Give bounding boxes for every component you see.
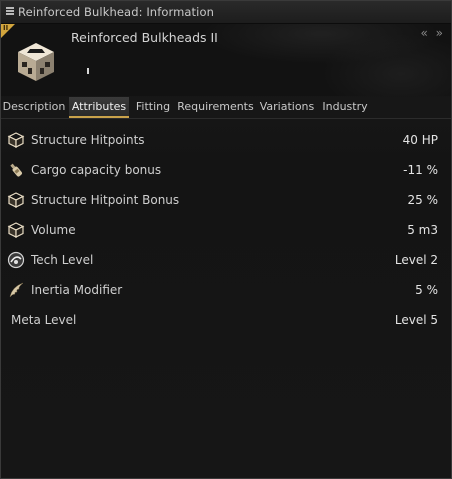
module-crate-icon[interactable] bbox=[14, 40, 58, 84]
tech-badge-label: II bbox=[3, 24, 9, 32]
cargo-bottle-icon bbox=[10, 163, 22, 177]
attribute-value: 25 % bbox=[407, 193, 439, 207]
attribute-row[interactable]: Volume 5 m3 bbox=[1, 215, 451, 245]
attribute-row[interactable]: Structure Hitpoints 40 HP bbox=[1, 125, 451, 155]
info-window: Reinforced Bulkhead: Information II Rein… bbox=[0, 0, 452, 479]
collapse-arrows-icon[interactable]: « » bbox=[421, 26, 446, 40]
attribute-row[interactable]: Cargo capacity bonus -11 % bbox=[1, 155, 451, 185]
tab-bar: Description Attributes Fitting Requireme… bbox=[1, 97, 451, 119]
item-header: II Reinforced Bulkheads II « » bbox=[1, 24, 451, 96]
attribute-value: 40 HP bbox=[402, 133, 438, 147]
tab-attributes[interactable]: Attributes bbox=[69, 97, 129, 118]
attribute-label: Inertia Modifier bbox=[31, 283, 123, 297]
tab-requirements[interactable]: Requirements bbox=[177, 97, 254, 117]
attribute-label: Meta Level bbox=[11, 313, 77, 327]
attribute-row[interactable]: Meta Level Level 5 bbox=[1, 305, 451, 335]
attribute-row[interactable]: Inertia Modifier 5 % bbox=[1, 275, 451, 305]
tab-industry[interactable]: Industry bbox=[320, 97, 370, 117]
wing-icon bbox=[9, 282, 24, 298]
tech-level-icon bbox=[7, 251, 25, 269]
attribute-label: Cargo capacity bonus bbox=[31, 163, 162, 177]
attribute-label: Structure Hitpoints bbox=[31, 133, 145, 147]
attribute-row[interactable]: Tech Level Level 2 bbox=[1, 245, 451, 275]
attribute-value: Level 2 bbox=[394, 253, 438, 267]
window-title: Reinforced Bulkhead: Information bbox=[18, 5, 214, 19]
attribute-value: 5 % bbox=[415, 283, 438, 297]
cube-icon bbox=[7, 132, 25, 148]
attribute-label: Tech Level bbox=[31, 253, 94, 267]
item-name: Reinforced Bulkheads II bbox=[71, 30, 218, 45]
text-cursor bbox=[87, 68, 89, 74]
attribute-row[interactable]: Structure Hitpoint Bonus 25 % bbox=[1, 185, 451, 215]
tab-fitting[interactable]: Fitting bbox=[132, 97, 174, 117]
attribute-label: Structure Hitpoint Bonus bbox=[31, 193, 180, 207]
tab-description[interactable]: Description bbox=[1, 97, 67, 117]
attribute-value: -11 % bbox=[403, 163, 438, 177]
attribute-value: 5 m3 bbox=[407, 223, 438, 237]
menu-icon[interactable] bbox=[6, 7, 14, 16]
attribute-value: Level 5 bbox=[394, 313, 438, 327]
cube-icon bbox=[7, 222, 25, 238]
cube-icon bbox=[7, 192, 25, 208]
tab-variations[interactable]: Variations bbox=[258, 97, 316, 117]
attribute-label: Volume bbox=[31, 223, 76, 237]
title-bar[interactable]: Reinforced Bulkhead: Information bbox=[1, 1, 451, 24]
